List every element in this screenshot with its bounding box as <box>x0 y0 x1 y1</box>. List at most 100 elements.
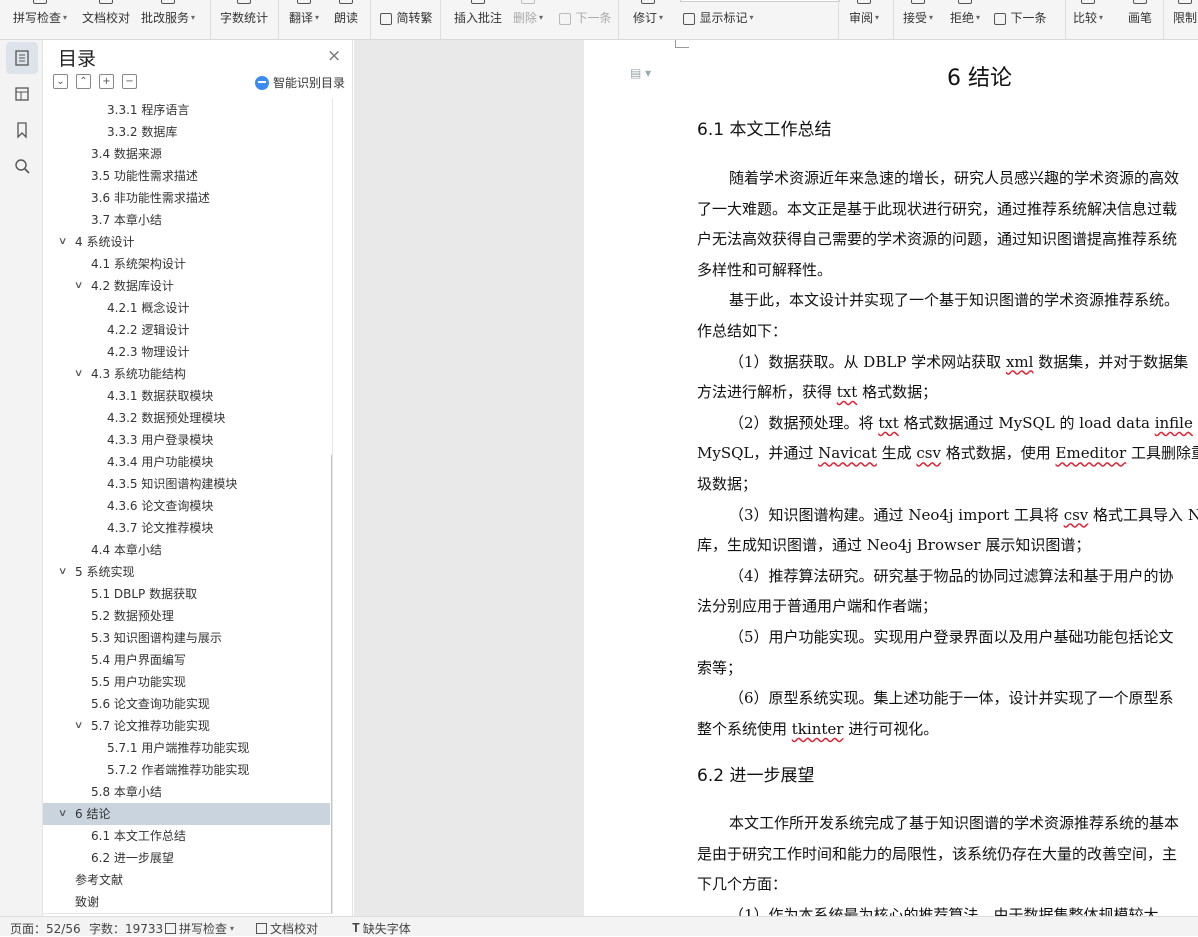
ribbon-button-13[interactable]: 接受 ▾ <box>903 0 933 40</box>
toc-panel-icon[interactable] <box>6 42 38 74</box>
ribbon-button-1[interactable]: 文档校对 <box>82 0 130 40</box>
ribbon-button-label: 下一条 <box>558 9 612 26</box>
ribbon-button-2[interactable]: 批改服务 ▾ <box>141 0 195 40</box>
ribbon-button-5[interactable]: 朗读 <box>334 0 358 40</box>
ribbon-separator <box>278 0 279 40</box>
toc-item[interactable]: 3.6 非功能性需求描述 <box>43 187 330 209</box>
toc-item[interactable]: 6.2 进一步展望 <box>43 847 330 869</box>
ribbon-button-18[interactable]: 限制 <box>1173 0 1197 40</box>
toc-scrollbar[interactable] <box>331 453 332 913</box>
toc-item[interactable]: 4.3.1 数据获取模块 <box>43 385 330 407</box>
ribbon-button-0[interactable]: 拼写检查 ▾ <box>13 0 67 40</box>
toc-item[interactable]: ∨ 4.2 数据库设计 <box>43 275 330 297</box>
toc-item-label: 3.6 非功能性需求描述 <box>91 191 210 205</box>
bookmark-icon[interactable] <box>6 114 38 146</box>
missing-font-label: 缺失字体 <box>362 922 411 936</box>
toc-item[interactable]: 4.3.5 知识图谱构建模块 <box>43 473 330 495</box>
toc-item[interactable]: 4.3.3 用户登录模块 <box>43 429 330 451</box>
toc-item[interactable]: ∨ 6 结论 <box>43 803 330 825</box>
ribbon-label-text: 批改服务 <box>141 11 190 25</box>
toc-item[interactable]: 5.1 DBLP 数据获取 <box>43 583 330 605</box>
toc-item[interactable]: 5.4 用户界面编写 <box>43 649 330 671</box>
toc-item[interactable]: 4.1 系统架构设计 <box>43 253 330 275</box>
ribbon-button-11[interactable]: 显示标记 ▾ <box>682 0 754 40</box>
toc-item[interactable]: 4.3.7 论文推荐模块 <box>43 517 330 539</box>
chevron-down-icon[interactable]: ∨ <box>58 561 68 583</box>
toc-item[interactable]: ∨ 4 系统设计 <box>43 231 330 253</box>
toc-item[interactable]: 4.3.4 用户功能模块 <box>43 451 330 473</box>
chevron-down-icon[interactable]: ∨ <box>58 231 68 253</box>
paragraph-menu-icon[interactable]: ▤ ▾ <box>630 66 651 80</box>
text-run: 格式数据，使用 <box>940 444 1056 463</box>
toc-item[interactable]: 5.7.2 作者端推荐功能实现 <box>43 759 330 781</box>
toc-item[interactable]: 5.5 用户功能实现 <box>43 671 330 693</box>
ribbon-button-17[interactable]: 画笔 <box>1128 0 1152 40</box>
search-icon[interactable] <box>6 150 38 182</box>
ribbon-button-9[interactable]: 下一条 <box>558 0 612 40</box>
toc-item[interactable]: 3.5 功能性需求描述 <box>43 165 330 187</box>
expand-all-icon[interactable]: ⌄ <box>53 74 68 89</box>
ribbon-separator <box>618 0 619 40</box>
paragraph-line: 法分别应用于普通用户端和作者端； <box>697 595 937 616</box>
word-count[interactable]: 字数：19733 <box>89 920 163 937</box>
ribbon-button-7[interactable]: 插入批注 <box>454 0 502 40</box>
toc-item-label: 3.5 功能性需求描述 <box>91 169 198 183</box>
toc-item[interactable]: 5.3 知识图谱构建与展示 <box>43 627 330 649</box>
toc-item[interactable]: 5.8 本章小结 <box>43 781 330 803</box>
toc-item[interactable]: 3.3.2 数据库 <box>43 121 330 143</box>
chapter-nav-icon[interactable] <box>6 78 38 110</box>
ribbon-button-3[interactable]: 字数统计 <box>220 0 268 40</box>
toc-item[interactable]: 6.1 本文工作总结 <box>43 825 330 847</box>
toc-item[interactable]: 4.2.2 逻辑设计 <box>43 319 330 341</box>
missing-font-button[interactable]: 𝐓 缺失字体 <box>352 920 411 937</box>
ribbon-button-6[interactable]: 简转繁 <box>379 0 433 40</box>
ribbon-label-text: 字数统计 <box>220 11 269 25</box>
toc-item[interactable]: 3.4 数据来源 <box>43 143 330 165</box>
spell-check-toggle[interactable]: 拼写检查 ▾ <box>165 920 234 937</box>
ribbon-button-10[interactable]: 修订 ▾ <box>633 0 663 40</box>
toc-item[interactable]: 5.6 论文查询功能实现 <box>43 693 330 715</box>
toc-item[interactable]: 4.4 本章小结 <box>43 539 330 561</box>
toc-item[interactable]: 3.3.1 程序语言 <box>43 99 330 121</box>
ribbon-button-4[interactable]: 翻译 ▾ <box>289 0 319 40</box>
ribbon-button-15[interactable]: 下一条 <box>993 0 1047 40</box>
toc-item[interactable]: 4.3.2 数据预处理模块 <box>43 407 330 429</box>
toc-item[interactable]: ∨ 5.7 论文推荐功能实现 <box>43 715 330 737</box>
page-gutter <box>354 40 584 916</box>
proofread-toggle[interactable]: 文档校对 <box>256 920 318 937</box>
page-indicator[interactable]: 页面：52/56 <box>10 920 81 937</box>
toc-item[interactable]: 3.7 本章小结 <box>43 209 330 231</box>
ribbon-button-8[interactable]: 删除 ▾ <box>513 0 543 40</box>
collapse-all-icon[interactable]: ⌃ <box>76 74 91 89</box>
toc-item[interactable]: 致谢 <box>43 891 330 913</box>
toc-item[interactable]: 4.2.1 概念设计 <box>43 297 330 319</box>
chevron-down-icon[interactable]: ∨ <box>58 803 68 825</box>
toc-item[interactable]: 5.7.1 用户端推荐功能实现 <box>43 737 330 759</box>
close-icon[interactable]: × <box>327 46 341 66</box>
paragraph-line: 整个系统使用 tkinter 进行可视化。 <box>697 718 938 739</box>
paragraph-line: 本文工作所开发系统完成了基于知识图谱的学术资源推荐系统的基本 <box>729 812 1179 833</box>
ribbon-button-label: 拼写检查 ▾ <box>13 9 67 26</box>
add-heading-icon[interactable]: + <box>99 74 114 89</box>
ribbon-button-16[interactable]: 比较 ▾ <box>1073 0 1103 40</box>
toc-item[interactable]: 4.2.3 物理设计 <box>43 341 330 363</box>
paragraph-line: （6）原型系统实现。集上述功能于一体，设计并实现了一个原型系 <box>729 687 1174 708</box>
toc-item[interactable]: ∨ 4.3 系统功能结构 <box>43 363 330 385</box>
ribbon-button-label: 接受 ▾ <box>903 9 933 26</box>
chevron-down-icon[interactable]: ∨ <box>74 275 84 297</box>
remove-heading-icon[interactable]: − <box>122 74 137 89</box>
ribbon-button-14[interactable]: 拒绝 ▾ <box>950 0 980 40</box>
text-run: （4）推荐算法研究。研究基于物品的协同过滤算法和基于用户的协 <box>729 566 1174 585</box>
ribbon-button-label: 下一条 <box>993 9 1047 26</box>
text-run: 整个系统使用 <box>697 719 792 738</box>
ribbon-tool-icon <box>297 0 312 4</box>
chevron-down-icon[interactable]: ∨ <box>74 363 84 385</box>
toc-item[interactable]: ∨ 5 系统实现 <box>43 561 330 583</box>
toc-item[interactable]: 参考文献 <box>43 869 330 891</box>
toc-item[interactable]: 4.3.6 论文查询模块 <box>43 495 330 517</box>
ribbon-button-12[interactable]: 审阅 ▾ <box>849 0 879 40</box>
spelling-flagged-word: txt <box>878 413 899 432</box>
chevron-down-icon[interactable]: ∨ <box>74 715 84 737</box>
smart-toc-button[interactable]: 智能识别目录 <box>255 74 345 91</box>
toc-item[interactable]: 5.2 数据预处理 <box>43 605 330 627</box>
